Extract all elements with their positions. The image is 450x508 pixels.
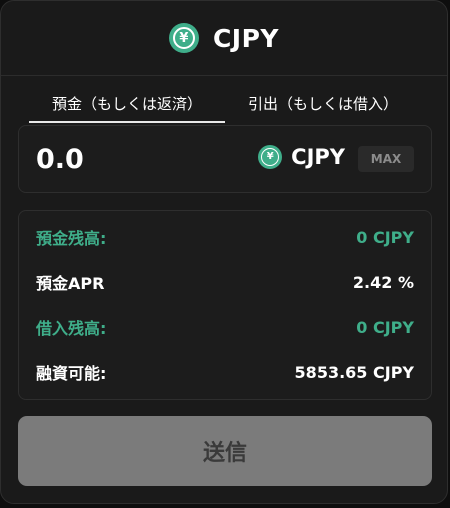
info-value: 5853.65 CJPY [294,362,414,382]
yen-coin-icon: ¥ [168,23,199,53]
max-button[interactable]: MAX [358,146,414,172]
amount-input-box: ¥ CJPY MAX [18,125,432,193]
tab-deposit[interactable]: 預金（もしくは返済） [29,85,225,123]
info-value: 0 CJPY [356,227,414,247]
info-row-deposit-apr: 預金APR 2.42 % [36,270,414,294]
modal-header: ¥ CJPY [1,1,447,76]
token-indicator: ¥ CJPY [258,145,345,169]
info-label: 借入残高: [36,319,107,338]
balance-info-panel: 預金残高: 0 CJPY 預金APR 2.42 % 借入残高: 0 CJPY 融… [18,210,432,400]
info-label: 融資可能: [36,364,107,383]
deposit-modal: ¥ CJPY 預金（もしくは返済） 引出（もしくは借入） ¥ CJPY MAX … [0,0,448,504]
info-value: 0 CJPY [356,317,414,337]
amount-input[interactable] [36,144,216,175]
modal-title: CJPY [212,23,280,53]
info-label: 預金APR [36,274,105,293]
tab-bar: 預金（もしくは返済） 引出（もしくは借入） [29,85,421,123]
info-row-borrow-balance: 借入残高: 0 CJPY [36,315,414,339]
yen-coin-icon: ¥ [258,145,283,169]
token-label: CJPY [291,145,345,169]
info-row-available-loan: 融資可能: 5853.65 CJPY [36,360,414,384]
submit-button[interactable]: 送信 [18,416,432,486]
info-value: 2.42 % [352,272,414,292]
info-label: 預金残高: [36,229,107,248]
info-row-deposit-balance: 預金残高: 0 CJPY [36,225,414,249]
tab-withdraw[interactable]: 引出（もしくは借入） [225,85,421,123]
